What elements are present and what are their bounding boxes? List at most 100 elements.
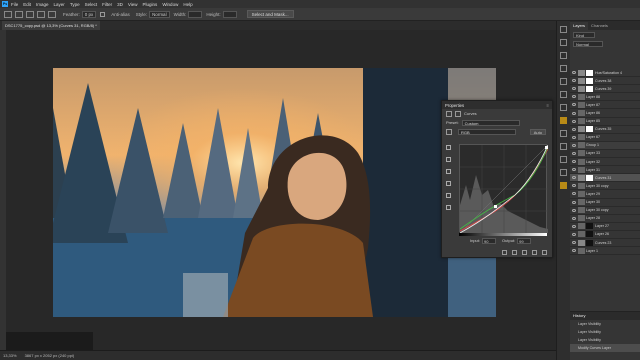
layer-mask-thumbnail[interactable] bbox=[586, 231, 593, 238]
sample-white-eyedropper-icon[interactable] bbox=[446, 169, 451, 174]
visibility-eye-icon[interactable] bbox=[572, 168, 576, 172]
visibility-eye-icon[interactable] bbox=[572, 103, 576, 107]
visibility-eye-icon[interactable] bbox=[572, 216, 576, 220]
visibility-eye-icon[interactable] bbox=[572, 127, 576, 131]
output-field[interactable]: 99 bbox=[517, 238, 532, 244]
select-and-mask-button[interactable]: Select and Mask... bbox=[246, 10, 294, 18]
smooth-icon[interactable] bbox=[446, 205, 451, 210]
on-image-adjust-icon[interactable] bbox=[446, 128, 452, 135]
brush-panel-icon[interactable] bbox=[560, 65, 567, 72]
visibility-eye-icon[interactable] bbox=[572, 184, 576, 188]
history-panel-icon[interactable] bbox=[560, 26, 567, 33]
layer-row[interactable]: Curves 38 bbox=[570, 77, 640, 86]
feather-input[interactable]: 0 px bbox=[81, 10, 97, 18]
clip-to-layer-icon[interactable] bbox=[502, 250, 507, 255]
layer-mask-thumbnail[interactable] bbox=[586, 77, 593, 84]
pencil-icon[interactable] bbox=[446, 193, 451, 198]
visibility-eye-icon[interactable] bbox=[572, 111, 576, 115]
layer-row[interactable]: Hue/Saturation 4 bbox=[570, 69, 640, 78]
menu-window[interactable]: Window bbox=[162, 2, 178, 7]
layer-row[interactable]: Layer 88 bbox=[570, 93, 640, 102]
delete-icon[interactable] bbox=[542, 250, 547, 255]
menu-layer[interactable]: Layer bbox=[54, 2, 65, 7]
visibility-eye-icon[interactable] bbox=[572, 160, 576, 164]
menu-select[interactable]: Select bbox=[85, 2, 98, 7]
visibility-eye-icon[interactable] bbox=[572, 135, 576, 139]
navigator-panel-icon[interactable] bbox=[560, 156, 567, 163]
paths-panel-icon[interactable] bbox=[560, 91, 567, 98]
document-tab[interactable]: DSC1775_copy.psd @ 13,3% (Curves 31, RGB… bbox=[2, 21, 100, 30]
blend-mode-select[interactable]: Normal bbox=[573, 40, 603, 47]
layer-row[interactable]: Layer 30 copy bbox=[570, 207, 640, 215]
mask-icon[interactable] bbox=[455, 110, 461, 117]
layer-row[interactable]: Layer 30 bbox=[570, 199, 640, 207]
visibility-eye-icon[interactable] bbox=[572, 200, 576, 204]
visibility-eye-icon[interactable] bbox=[572, 176, 576, 180]
layer-row[interactable]: Layer 67 bbox=[570, 134, 640, 142]
foreground-swatch-icon[interactable] bbox=[560, 117, 567, 124]
visibility-eye-icon[interactable] bbox=[572, 224, 576, 228]
marquee-tool-icon[interactable] bbox=[15, 10, 23, 18]
menu-edit[interactable]: Edit bbox=[23, 2, 31, 7]
menu-type[interactable]: Type bbox=[70, 2, 80, 7]
layer-row[interactable]: Layer 31 bbox=[570, 166, 640, 175]
visibility-eye-icon[interactable] bbox=[572, 192, 576, 196]
channel-select[interactable]: RGB bbox=[458, 128, 516, 135]
auto-button[interactable]: Auto bbox=[529, 128, 546, 135]
layer-row[interactable]: Layer 26 bbox=[570, 231, 640, 239]
layer-mask-thumbnail[interactable] bbox=[586, 85, 593, 92]
history-item[interactable]: Layer Visibility bbox=[570, 336, 640, 344]
layer-mask-thumbnail[interactable] bbox=[586, 126, 593, 133]
kind-filter-select[interactable]: Kind bbox=[573, 31, 595, 38]
info-panel-icon[interactable] bbox=[560, 169, 567, 176]
layer-row[interactable]: Layer 32 bbox=[570, 158, 640, 167]
visibility-eye-icon[interactable] bbox=[572, 87, 576, 91]
layer-row[interactable]: Curves 39 bbox=[570, 85, 640, 94]
color-swatch-icon[interactable] bbox=[560, 182, 567, 189]
menu-filter[interactable]: Filter bbox=[102, 2, 112, 7]
layer-row[interactable]: Curves 23 bbox=[570, 239, 640, 248]
history-item[interactable]: Layer Visibility bbox=[570, 328, 640, 336]
layer-mask-thumbnail[interactable] bbox=[586, 223, 593, 230]
add-selection-icon[interactable] bbox=[37, 10, 45, 18]
libraries-panel-icon[interactable] bbox=[560, 104, 567, 111]
visibility-eye-icon[interactable] bbox=[572, 71, 576, 75]
visibility-eye-icon[interactable] bbox=[572, 143, 576, 147]
visibility-eye-icon[interactable] bbox=[572, 79, 576, 83]
menu-3d[interactable]: 3D bbox=[117, 2, 123, 7]
visibility-icon[interactable] bbox=[532, 250, 537, 255]
layer-row[interactable]: Layer 86 bbox=[570, 109, 640, 118]
reset-icon[interactable] bbox=[522, 250, 527, 255]
layer-mask-thumbnail[interactable] bbox=[586, 239, 593, 246]
menu-help[interactable]: Help bbox=[183, 2, 192, 7]
layer-row[interactable]: Layer 27 bbox=[570, 223, 640, 231]
layer-mask-thumbnail[interactable] bbox=[586, 174, 593, 181]
view-previous-icon[interactable] bbox=[512, 250, 517, 255]
subtract-selection-icon[interactable] bbox=[48, 10, 56, 18]
menu-file[interactable]: File bbox=[11, 2, 18, 7]
adjustments-panel-icon[interactable] bbox=[560, 52, 567, 59]
tab-layers[interactable]: Layers bbox=[570, 22, 589, 30]
layer-row[interactable]: Curves 35 bbox=[570, 126, 640, 134]
layer-row[interactable]: Layer 33 bbox=[570, 150, 640, 159]
curves-graph[interactable] bbox=[459, 144, 548, 233]
visibility-eye-icon[interactable] bbox=[572, 232, 576, 236]
visibility-eye-icon[interactable] bbox=[572, 208, 576, 212]
character-panel-icon[interactable] bbox=[560, 130, 567, 137]
visibility-eye-icon[interactable] bbox=[572, 95, 576, 99]
edit-points-icon[interactable] bbox=[446, 181, 451, 186]
menu-view[interactable]: View bbox=[128, 2, 138, 7]
layer-row[interactable]: Layer 28 bbox=[570, 215, 640, 223]
layer-mask-thumbnail[interactable] bbox=[586, 69, 593, 76]
antialias-checkbox[interactable] bbox=[100, 11, 106, 17]
photoshop-logo[interactable]: Ps bbox=[2, 1, 8, 7]
document-canvas-image[interactable] bbox=[53, 68, 496, 317]
visibility-eye-icon[interactable] bbox=[572, 119, 576, 123]
new-selection-icon[interactable] bbox=[26, 10, 34, 18]
menu-image[interactable]: Image bbox=[36, 2, 49, 7]
input-field[interactable]: 90 bbox=[482, 238, 497, 244]
swatches-panel-icon[interactable] bbox=[560, 78, 567, 85]
panel-menu-icon[interactable]: ≡ bbox=[547, 103, 549, 108]
visibility-eye-icon[interactable] bbox=[572, 241, 576, 245]
width-input[interactable] bbox=[188, 10, 203, 18]
